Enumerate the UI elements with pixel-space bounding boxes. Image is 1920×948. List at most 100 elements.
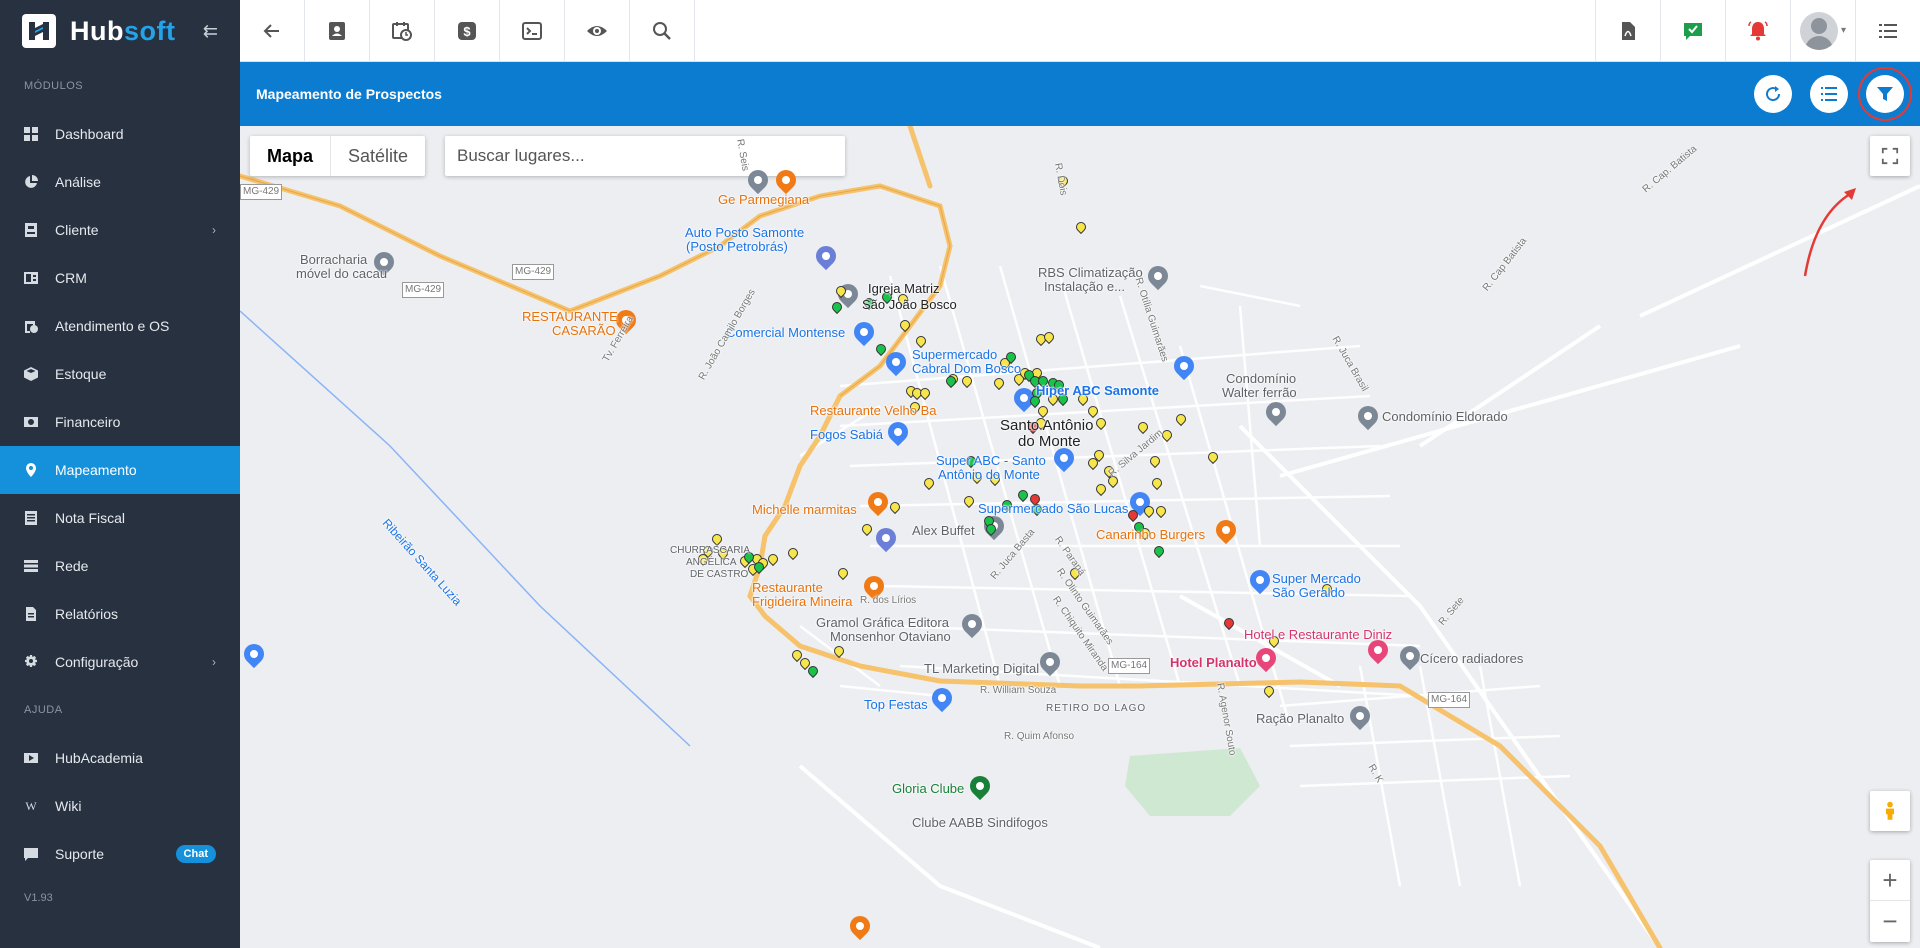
road-label: MG-429 — [402, 282, 445, 298]
map-label: Antônio do Monte — [938, 467, 1040, 482]
sidebar-item-atendimento[interactable]: Atendimento e OS — [0, 302, 240, 350]
map-label: TL Marketing Digital — [924, 661, 1040, 676]
page-header: Mapeamento de Prospectos — [240, 62, 1920, 126]
sidebar-item-analise[interactable]: Análise — [0, 158, 240, 206]
arrow-left-icon — [263, 24, 279, 38]
zoom-in-button[interactable]: + — [1870, 861, 1910, 901]
map-label: Condomínio — [1226, 371, 1297, 386]
sidebar-item-crm[interactable]: CRM — [0, 254, 240, 302]
zoom-control: + − — [1870, 860, 1910, 942]
zoom-out-button[interactable]: − — [1870, 901, 1910, 941]
sidebar-item-estoque[interactable]: Estoque — [0, 350, 240, 398]
server-icon — [24, 559, 38, 573]
map-label: móvel do cacau — [296, 266, 388, 281]
sidebar: Hubsoft ⇇ MÓDULOS Dashboard Análise Clie… — [0, 0, 240, 948]
chevron-right-icon: › — [212, 655, 216, 669]
road-label: R. dos Lírios — [860, 595, 917, 606]
map-label: Super ABC - Santo — [936, 453, 1046, 468]
sidebar-item-suporte[interactable]: Suporte Chat — [0, 830, 240, 878]
finance-button[interactable]: $ — [435, 0, 500, 62]
dashboard-icon — [24, 127, 38, 141]
map[interactable]: Mapa Satélite + − — [240, 126, 1920, 948]
map-label: Cabral Dom Bosco — [912, 361, 1022, 376]
map-label: Michelle marmitas — [752, 502, 857, 517]
notifications-button[interactable] — [1725, 0, 1790, 62]
sidebar-item-relatorios[interactable]: Relatórios — [0, 590, 240, 638]
refresh-button[interactable] — [1754, 75, 1792, 113]
map-label: DE CASTRO — [690, 569, 749, 580]
map-label: Supermercado São Lucas — [978, 501, 1129, 516]
sidebar-collapse-icon[interactable]: ⇇ — [203, 21, 218, 42]
search-button[interactable] — [630, 0, 695, 62]
user-menu[interactable]: ▾ — [1790, 0, 1855, 61]
map-label: Super Mercado — [1272, 571, 1361, 586]
sidebar-item-label: Financeiro — [55, 414, 121, 430]
map-label: do Monte — [1018, 433, 1081, 450]
sidebar-item-label: Nota Fiscal — [55, 510, 126, 526]
road-label: MG-429 — [240, 184, 283, 200]
map-type-map[interactable]: Mapa — [250, 136, 330, 176]
sidebar-item-rede[interactable]: Rede — [0, 542, 240, 590]
list-button[interactable] — [1810, 75, 1848, 113]
calendar-clock-icon — [392, 22, 412, 41]
pegman-icon — [1886, 801, 1894, 820]
pie-chart-icon — [24, 175, 38, 189]
search-icon — [653, 22, 671, 40]
chevron-right-icon: › — [212, 223, 216, 237]
sidebar-item-hubacademia[interactable]: HubAcademia — [0, 734, 240, 782]
back-button[interactable] — [240, 0, 305, 62]
map-label: Ge Parmegiana — [718, 192, 810, 207]
money-icon — [24, 415, 38, 429]
box-icon — [24, 367, 38, 381]
map-label: Borracharia — [300, 252, 368, 267]
sidebar-item-label: Atendimento e OS — [55, 318, 170, 334]
street-view-button[interactable] — [1870, 791, 1910, 831]
terminal-button[interactable] — [500, 0, 565, 62]
sidebar-item-wiki[interactable]: W Wiki — [0, 782, 240, 830]
schedule-button[interactable] — [370, 0, 435, 62]
fullscreen-icon — [1881, 147, 1899, 165]
map-label: CASARÃO — [552, 323, 616, 338]
contacts-button[interactable] — [305, 0, 370, 62]
map-label: (Posto Petrobrás) — [686, 239, 788, 254]
sidebar-item-financeiro[interactable]: Financeiro — [0, 398, 240, 446]
map-label: Restaurante — [752, 580, 823, 595]
brand-name: Hubsoft — [70, 15, 176, 46]
chat-badge[interactable]: Chat — [175, 845, 216, 863]
sidebar-item-configuracao[interactable]: Configuração › — [0, 638, 240, 686]
version-label: V1.93 — [24, 892, 53, 904]
wiki-icon: W — [25, 798, 37, 813]
map-type-satellite[interactable]: Satélite — [330, 136, 425, 176]
avatar — [1799, 11, 1838, 50]
menu-button[interactable] — [1855, 0, 1920, 62]
map-label: RETIRO DO LAGO — [1046, 703, 1147, 714]
id-card-icon — [24, 223, 38, 237]
map-label: Hotel Planalto — [1170, 655, 1257, 670]
tasks-button[interactable] — [1660, 0, 1725, 62]
page-title: Mapeamento de Prospectos — [256, 86, 442, 102]
sidebar-item-label: Estoque — [55, 366, 107, 382]
map-label: Gramol Gráfica Editora — [816, 615, 949, 630]
sidebar-item-nota-fiscal[interactable]: Nota Fiscal — [0, 494, 240, 542]
map-label: São Geraldo — [1272, 585, 1345, 600]
list-menu-icon — [1879, 24, 1897, 38]
fullscreen-button[interactable] — [1870, 136, 1910, 176]
sidebar-item-mapeamento[interactable]: Mapeamento — [0, 446, 240, 494]
brand[interactable]: Hubsoft ⇇ — [0, 0, 240, 62]
view-button[interactable] — [565, 0, 630, 62]
map-label: São João Bosco — [862, 297, 957, 312]
sidebar-item-cliente[interactable]: Cliente › — [0, 206, 240, 254]
map-label: RESTAURANTE — [522, 309, 618, 324]
terminal-icon — [522, 22, 542, 40]
map-label: Condomínio Eldorado — [1382, 409, 1508, 424]
highlight-ring — [1858, 67, 1912, 121]
map-base — [240, 126, 1920, 948]
sidebar-item-label: Rede — [55, 558, 89, 574]
map-label: Hiper ABC Samonte — [1036, 383, 1160, 398]
map-label: Frigideira Mineira — [752, 594, 853, 609]
pdf-button[interactable] — [1595, 0, 1660, 62]
map-label: Alex Buffet — [912, 523, 975, 538]
sidebar-item-dashboard[interactable]: Dashboard — [0, 110, 240, 158]
sidebar-item-label: Configuração — [55, 654, 139, 670]
road-label: MG-164 — [1108, 658, 1151, 674]
